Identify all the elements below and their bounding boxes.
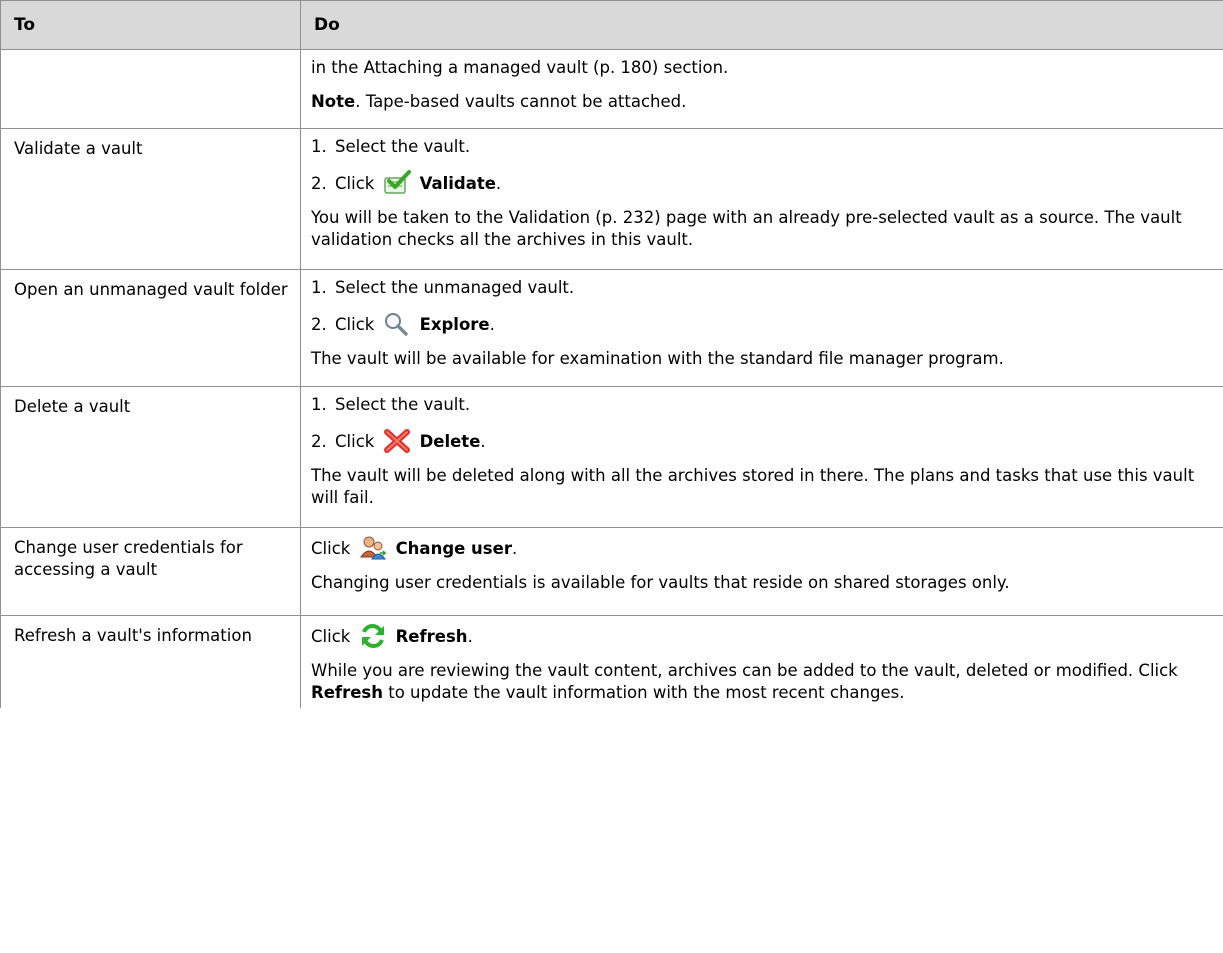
change-user-icon — [358, 535, 388, 560]
step-2: 2. Click Explore. — [311, 309, 1213, 346]
delete-x-icon — [382, 428, 412, 453]
action-cell: Click Change user. Changing user credent… — [300, 527, 1223, 616]
action-cell: 1. Select the vault. 2. Click Delete. The … — [300, 386, 1223, 528]
step-2: 2. Click Validate. — [311, 168, 1213, 205]
header-do: Do — [300, 0, 1223, 50]
table-header-row: To Do — [0, 0, 1223, 50]
change-user-description: Changing user credentials is available f… — [311, 573, 1010, 592]
task-cell: Refresh a vault's information — [0, 615, 301, 708]
action-cell: in the Attaching a managed vault (p. 180… — [300, 49, 1223, 129]
note-label: Note — [311, 92, 356, 111]
vault-actions-table: To Do in the Attaching a managed vault (… — [0, 0, 1223, 708]
table-row: in the Attaching a managed vault (p. 180… — [0, 49, 1223, 129]
task-cell: Open an unmanaged vault folder — [0, 269, 301, 387]
table-row: Change user credentials for accessing a … — [0, 527, 1223, 616]
table-row: Open an unmanaged vault folder 1. Select … — [0, 269, 1223, 387]
action-cell: 1. Select the unmanaged vault. 2. Click Ex… — [300, 269, 1223, 387]
step-1: 1. Select the unmanaged vault. — [311, 278, 575, 297]
task-cell: Validate a vault — [0, 128, 301, 270]
note-paragraph: Note. Tape-based vaults cannot be attach… — [311, 89, 1213, 117]
validate-check-icon — [382, 170, 412, 194]
table-row: Validate a vault 1. Select the vault. 2. C… — [0, 128, 1223, 270]
attach-text: in the Attaching a managed vault (p. 180… — [311, 58, 729, 77]
header-to: To — [0, 0, 301, 50]
step-2: 2. Click Delete. — [311, 426, 1213, 463]
validate-label: Validate — [419, 174, 496, 193]
action-cell: 1. Select the vault. 2. Click Validate. Yo… — [300, 128, 1223, 270]
magnifier-icon — [382, 311, 412, 336]
task-cell-empty — [0, 49, 301, 129]
action-cell: Click Refresh. While you are reviewing t… — [300, 615, 1223, 708]
refresh-label: Refresh — [395, 627, 468, 646]
delete-description: The vault will be deleted along with all… — [311, 466, 1195, 507]
change-user-step: Click Change user. — [311, 533, 1213, 570]
table-row: Delete a vault 1. Select the vault. 2. Cli… — [0, 386, 1223, 528]
validate-description: You will be taken to the Validation (p. … — [311, 208, 1182, 249]
table-row: Refresh a vault's information Click Refr… — [0, 615, 1223, 708]
note-text: . Tape-based vaults cannot be attached. — [355, 92, 687, 111]
delete-label: Delete — [419, 432, 481, 451]
step-1: 1. Select the vault. — [311, 395, 471, 414]
refresh-bold: Refresh — [311, 683, 383, 702]
change-user-label: Change user — [395, 539, 512, 558]
task-cell: Delete a vault — [0, 386, 301, 528]
step-1: 1. Select the vault. — [311, 137, 471, 156]
refresh-step: Click Refresh. — [311, 621, 1213, 658]
explore-description: The vault will be available for examinat… — [311, 349, 1004, 368]
refresh-icon — [358, 623, 388, 648]
explore-label: Explore — [419, 315, 490, 334]
task-cell: Change user credentials for accessing a … — [0, 527, 301, 616]
refresh-description: While you are reviewing the vault conten… — [311, 661, 1178, 702]
